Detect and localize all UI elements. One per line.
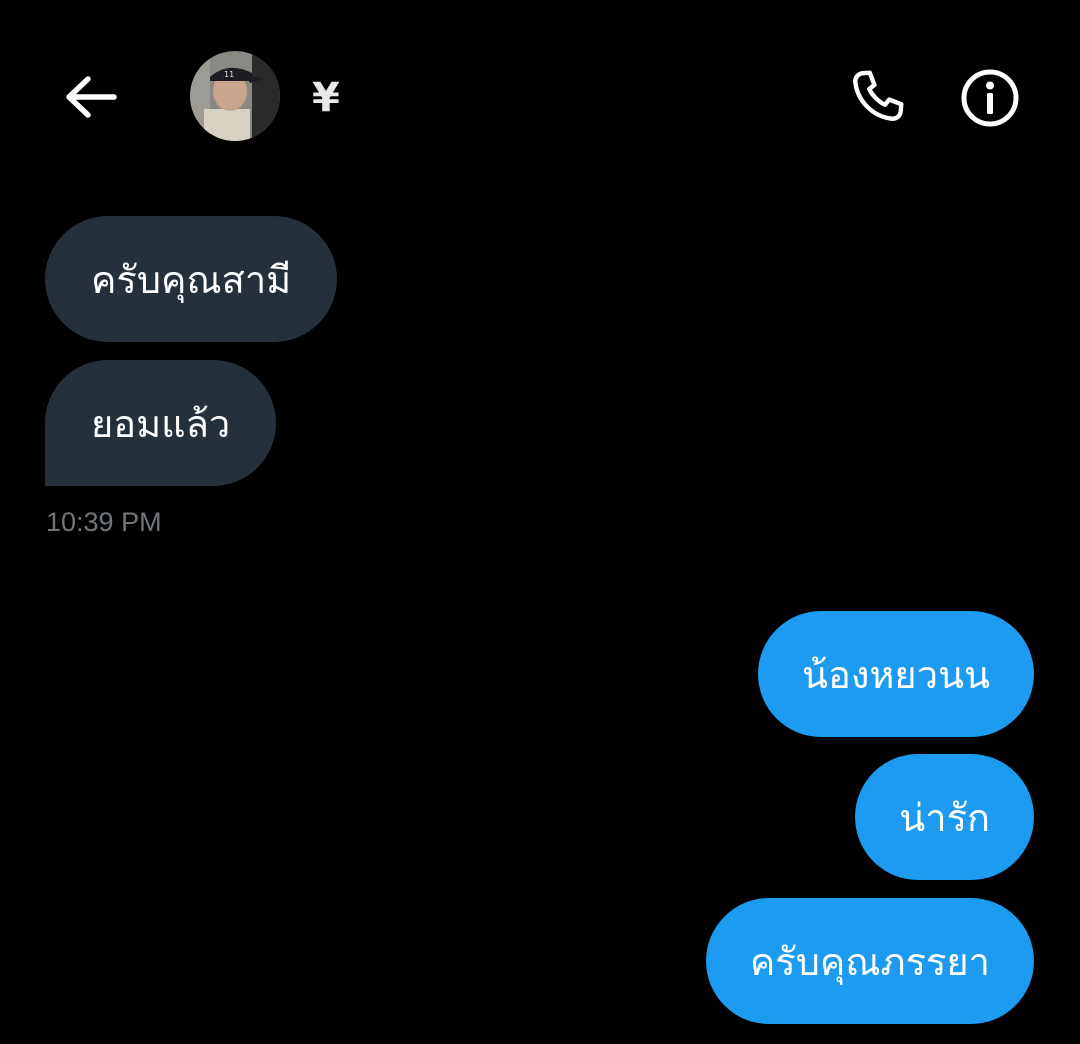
- call-button[interactable]: [842, 62, 912, 132]
- info-circle-icon: [961, 69, 1019, 127]
- phone-icon: [853, 70, 904, 121]
- sent-message[interactable]: น้องหยวนน: [758, 611, 1034, 737]
- received-message[interactable]: ยอมแล้ว: [45, 360, 277, 486]
- chat-header: 11 ¥: [0, 0, 1080, 190]
- sent-message[interactable]: ครับคุณภรรยา: [705, 898, 1034, 1024]
- svg-text:11: 11: [224, 70, 234, 79]
- back-button[interactable]: [58, 66, 124, 128]
- info-button[interactable]: [954, 62, 1026, 134]
- received-message[interactable]: ครับคุณสามี: [45, 216, 338, 342]
- arrow-left-icon: [66, 76, 117, 118]
- avatar[interactable]: 11: [190, 51, 280, 141]
- avatar-photo: 11: [190, 51, 280, 141]
- contact-name[interactable]: ¥: [312, 74, 340, 122]
- message-timestamp: 10:39 PM: [46, 507, 162, 537]
- sent-message[interactable]: น่ารัก: [855, 754, 1034, 880]
